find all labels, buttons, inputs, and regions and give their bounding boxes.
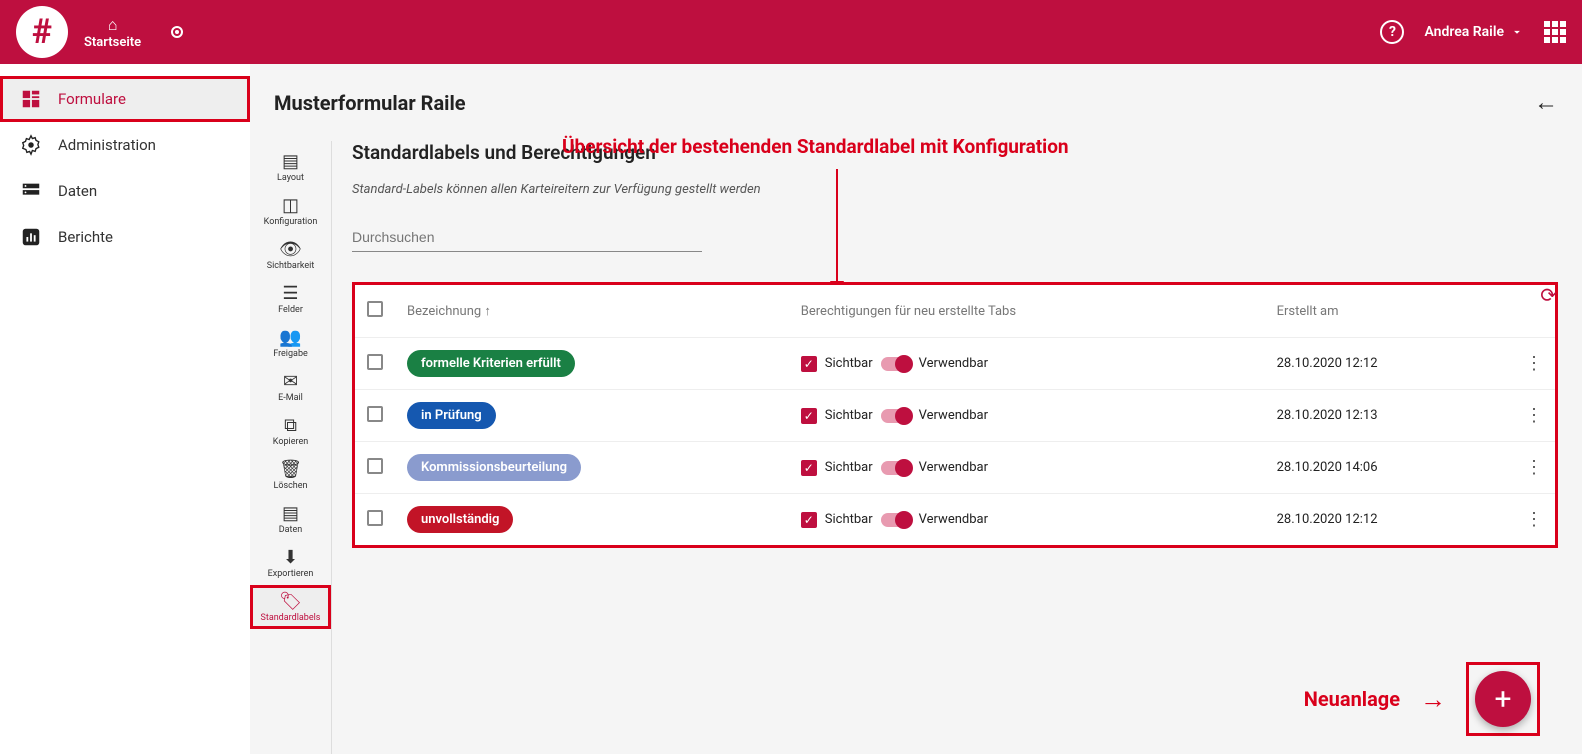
back-arrow-icon[interactable]: ← — [1534, 88, 1558, 117]
mininav-standardlabels[interactable]: 🏷Standardlabels — [250, 585, 331, 629]
help-icon[interactable]: ? — [1380, 20, 1404, 44]
search-input[interactable] — [352, 223, 702, 252]
label-icon: 🏷 — [279, 591, 302, 611]
row-menu-icon[interactable]: ⋮ — [1525, 405, 1543, 426]
config-icon: ◫ — [282, 195, 299, 215]
visible-label: Sichtbar — [825, 408, 873, 423]
annotation-arrow-right-icon: → — [1420, 684, 1446, 715]
refresh-icon[interactable]: ⟳ — [1540, 283, 1557, 307]
chart-icon — [20, 226, 42, 248]
col-berechtigungen[interactable]: Berechtigungen für neu erstellte Tabs — [789, 285, 1265, 338]
label-pill: in Prüfung — [407, 402, 496, 429]
app-logo-icon[interactable]: # — [16, 6, 68, 58]
sidenav-item-daten[interactable]: Daten — [0, 168, 250, 214]
nav-label: Daten — [58, 182, 97, 200]
mininav-daten[interactable]: ▤Daten — [250, 497, 331, 541]
nav-home[interactable]: ⌂ Startseite — [84, 15, 141, 50]
created-at: 28.10.2020 14:06 — [1265, 442, 1513, 494]
dashboard-icon — [20, 88, 42, 110]
row-checkbox[interactable] — [367, 354, 383, 370]
mini-nav: ▤Layout ◫Konfiguration 👁Sichtbarkeit ☰Fe… — [250, 141, 332, 754]
created-at: 28.10.2020 12:12 — [1265, 338, 1513, 390]
home-icon: ⌂ — [108, 15, 118, 35]
label-pill: formelle Kriterien erfüllt — [407, 350, 575, 377]
chevron-down-icon — [1510, 25, 1524, 39]
visible-checkbox[interactable]: ✓ — [801, 408, 817, 424]
gear-icon — [20, 134, 42, 156]
labels-table: Bezeichnung Berechtigungen für neu erste… — [355, 285, 1555, 545]
sidenav-item-administration[interactable]: Administration — [0, 122, 250, 168]
row-checkbox[interactable] — [367, 510, 383, 526]
page-title: Musterformular Raile — [274, 91, 466, 115]
page-header: Musterformular Raile ← — [274, 88, 1558, 117]
fields-icon: ☰ — [282, 283, 298, 303]
created-at: 28.10.2020 12:12 — [1265, 494, 1513, 546]
usable-label: Verwendbar — [919, 408, 988, 423]
record-icon[interactable] — [171, 26, 183, 38]
usable-toggle[interactable] — [881, 513, 911, 527]
table-row: unvollständig ✓ Sichtbar Verwendbar 28.10.20… — [355, 494, 1555, 546]
usable-toggle[interactable] — [881, 409, 911, 423]
col-erstellt[interactable]: Erstellt am — [1265, 285, 1513, 338]
table-row: Kommissionsbeurteilung ✓ Sichtbar Verwendba… — [355, 442, 1555, 494]
layout-icon: ▤ — [282, 151, 299, 171]
labels-table-wrap: ⟳ Bezeichnung Berechtigungen für neu ers… — [352, 282, 1558, 548]
add-label-fab[interactable]: + — [1475, 671, 1531, 727]
copy-icon: ⧉ — [284, 415, 297, 435]
user-menu[interactable]: Andrea Raile — [1424, 24, 1524, 40]
mininav-freigabe[interactable]: 👥Freigabe — [250, 321, 331, 365]
download-icon: ⬇ — [283, 547, 298, 567]
created-at: 28.10.2020 12:13 — [1265, 390, 1513, 442]
sidenav-item-berichte[interactable]: Berichte — [0, 214, 250, 260]
label-pill: unvollständig — [407, 506, 513, 533]
sidenav-item-formulare[interactable]: Formulare — [0, 76, 250, 122]
data-icon: ▤ — [282, 503, 299, 523]
mininav-sichtbarkeit[interactable]: 👁Sichtbarkeit — [250, 233, 331, 277]
annotation-overview: Übersicht der bestehenden Standardlabel … — [562, 135, 1069, 158]
mininav-kopieren[interactable]: ⧉Kopieren — [250, 409, 331, 453]
visible-label: Sichtbar — [825, 356, 873, 371]
usable-label: Verwendbar — [919, 512, 988, 527]
storage-icon — [20, 180, 42, 202]
apps-grid-icon[interactable] — [1544, 21, 1566, 43]
visible-label: Sichtbar — [825, 460, 873, 475]
usable-label: Verwendbar — [919, 356, 988, 371]
table-row: in Prüfung ✓ Sichtbar Verwendbar 28.10.2020 … — [355, 390, 1555, 442]
side-nav: Formulare Administration Daten Berichte — [0, 64, 250, 754]
col-bezeichnung[interactable]: Bezeichnung — [395, 285, 789, 338]
nav-label: Administration — [58, 136, 156, 154]
usable-toggle[interactable] — [881, 461, 911, 475]
row-checkbox[interactable] — [367, 458, 383, 474]
share-icon: 👥 — [279, 327, 301, 347]
visible-label: Sichtbar — [825, 512, 873, 527]
nav-label: Berichte — [58, 228, 113, 246]
table-row: formelle Kriterien erfüllt ✓ Sichtbar Verwe… — [355, 338, 1555, 390]
row-menu-icon[interactable]: ⋮ — [1525, 509, 1543, 530]
top-bar: # ⌂ Startseite ? Andrea Raile — [0, 0, 1582, 64]
mininav-layout[interactable]: ▤Layout — [250, 145, 331, 189]
mininav-konfiguration[interactable]: ◫Konfiguration — [250, 189, 331, 233]
visible-checkbox[interactable]: ✓ — [801, 460, 817, 476]
panel-subtitle: Standard-Labels können allen Karteireite… — [352, 182, 1558, 197]
usable-label: Verwendbar — [919, 460, 988, 475]
visible-checkbox[interactable]: ✓ — [801, 356, 817, 372]
row-checkbox[interactable] — [367, 406, 383, 422]
row-menu-icon[interactable]: ⋮ — [1525, 353, 1543, 374]
email-icon: ✉ — [283, 371, 298, 391]
select-all-checkbox[interactable] — [367, 301, 383, 317]
mininav-loeschen[interactable]: 🗑Löschen — [250, 453, 331, 497]
nav-label: Formulare — [58, 90, 126, 108]
row-menu-icon[interactable]: ⋮ — [1525, 457, 1543, 478]
label-pill: Kommissionsbeurteilung — [407, 454, 581, 481]
visible-checkbox[interactable]: ✓ — [801, 512, 817, 528]
mininav-felder[interactable]: ☰Felder — [250, 277, 331, 321]
usable-toggle[interactable] — [881, 357, 911, 371]
home-label: Startseite — [84, 35, 141, 50]
annotation-neuanlage: Neuanlage — [1304, 687, 1400, 711]
eye-icon: 👁 — [279, 239, 302, 259]
trash-icon: 🗑 — [279, 459, 302, 479]
user-name: Andrea Raile — [1424, 24, 1504, 40]
mininav-email[interactable]: ✉E-Mail — [250, 365, 331, 409]
mininav-exportieren[interactable]: ⬇Exportieren — [250, 541, 331, 585]
